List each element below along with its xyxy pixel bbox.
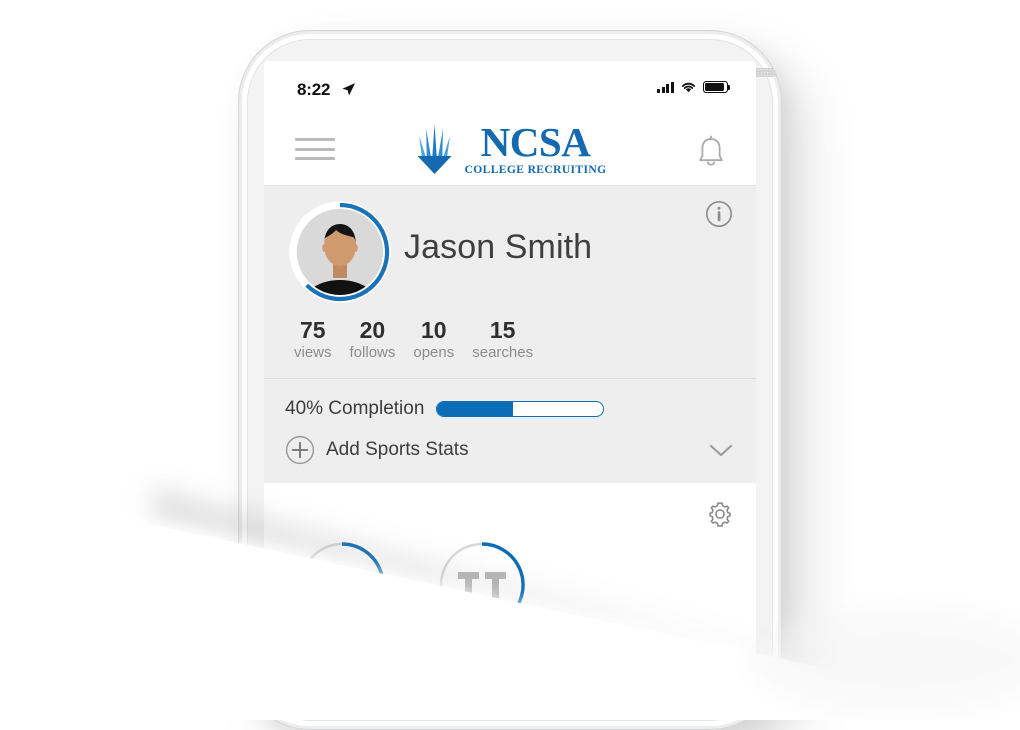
chevron-down-icon[interactable]: [706, 440, 736, 460]
stat-searches: 15 searches: [463, 317, 542, 362]
add-sports-stats-label: Add Sports Stats: [326, 439, 469, 460]
app-header: NCSA COLLEGE RECRUITING: [264, 109, 756, 186]
completion-progress-bar: [436, 401, 605, 417]
goalpost-icon: [298, 541, 386, 629]
completion-row: 40% Completion: [285, 398, 605, 420]
stat-label: searches: [472, 343, 534, 361]
completion-progress-fill: [437, 402, 513, 416]
profile-stats: 75 views 20 follows 10 opens 15 searches: [285, 317, 542, 362]
location-arrow-icon: [342, 83, 356, 96]
gear-icon[interactable]: [706, 500, 734, 528]
stage: 8:22 NCSA COLLEGE RECRUITING Jason Smith…: [0, 0, 1020, 730]
stat-value: 10: [421, 317, 447, 343]
stat-views: 75 views: [285, 317, 341, 362]
progress-rings: [298, 541, 526, 629]
phone-screen: 8:22 NCSA COLLEGE RECRUITING Jason Smith…: [264, 61, 756, 701]
profile-section: Jason Smith 75 views 20 follows 10 opens…: [264, 186, 756, 378]
lower-panel: [264, 483, 756, 701]
cellular-signal-icon: [657, 81, 674, 93]
completion-label: 40% Completion: [285, 398, 425, 419]
battery-full-icon: [703, 81, 731, 93]
info-circle-icon[interactable]: [704, 199, 734, 229]
goalpost-icon: [438, 541, 526, 629]
avatar[interactable]: [289, 201, 391, 303]
status-bar-indicators: [657, 81, 731, 93]
avatar-progress-ring: [289, 201, 391, 303]
ncsa-logo: NCSA COLLEGE RECRUITING: [414, 119, 607, 176]
stat-label: views: [294, 343, 332, 361]
progress-ring-2[interactable]: [438, 541, 526, 629]
ncsa-name: NCSA: [480, 119, 591, 165]
hamburger-menu-icon[interactable]: [295, 138, 335, 160]
stat-value: 20: [359, 317, 386, 343]
plus-circle-icon[interactable]: [285, 435, 315, 465]
ncsa-wordmark: NCSA COLLEGE RECRUITING: [464, 119, 607, 176]
stat-follows: 20 follows: [341, 317, 405, 362]
status-bar-time: 8:22: [297, 80, 331, 99]
stat-value: 15: [489, 317, 516, 343]
bell-icon[interactable]: [694, 134, 728, 170]
add-sports-stats-row[interactable]: Add Sports Stats: [285, 435, 736, 465]
ncsa-tagline: COLLEGE RECRUITING: [464, 162, 607, 176]
progress-ring-1[interactable]: [298, 541, 386, 629]
stat-label: follows: [349, 343, 396, 361]
page-title: Jason Smith: [404, 228, 593, 266]
status-bar: 8:22: [264, 61, 756, 109]
ncsa-flame-icon: [417, 124, 452, 175]
wifi-icon: [681, 82, 696, 93]
completion-section: 40% Completion Add Sports Stats: [264, 378, 756, 483]
stat-value: 75: [299, 317, 326, 343]
stat-opens: 10 opens: [404, 317, 463, 362]
stat-label: opens: [413, 343, 455, 361]
